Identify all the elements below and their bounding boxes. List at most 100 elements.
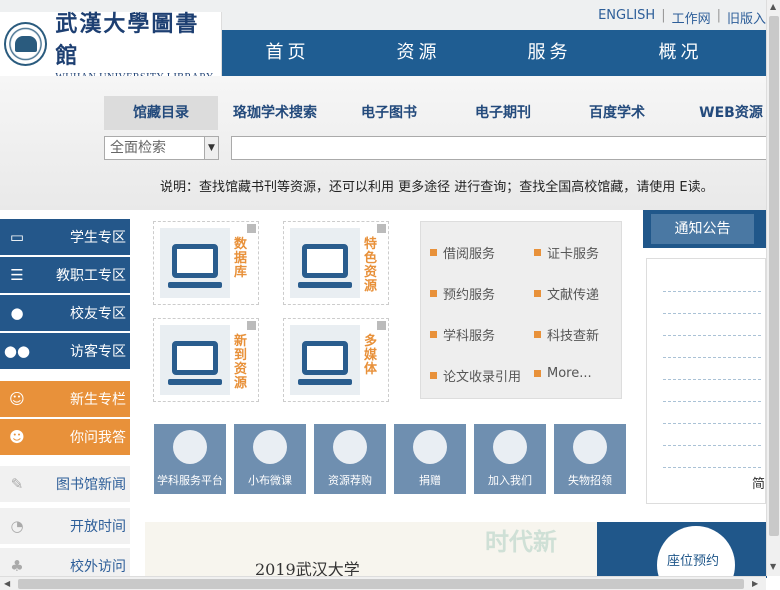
bullet-icon <box>534 290 541 297</box>
sidebar-item-alumni[interactable]: ● 校友专区 <box>0 295 130 331</box>
bullet-icon <box>430 249 437 256</box>
scroll-down-icon[interactable]: ▼ <box>770 562 776 571</box>
service-label: More... <box>547 366 592 381</box>
service-item[interactable]: 论文收录引用 <box>430 366 521 385</box>
tab-notices[interactable]: 通知公告 <box>651 214 754 244</box>
seat-reservation-label: 座位预约 <box>667 554 720 569</box>
sidebar-item-freshmen[interactable]: ☺ 新生专栏 <box>0 381 130 417</box>
newspaper-icon <box>160 325 230 395</box>
quick-button-donate[interactable]: 捐赠 <box>394 424 466 494</box>
quick-button-join-us[interactable]: 加入我们 <box>474 424 546 494</box>
service-item[interactable]: 科技查新 <box>534 325 599 344</box>
sidebar-item-news[interactable]: ✎ 图书馆新闻 <box>0 466 130 502</box>
sidebar-item-label: 图书馆新闻 <box>56 477 126 493</box>
separator: | <box>661 8 666 23</box>
vertical-scroll-thumb[interactable] <box>769 16 779 536</box>
sidebar-item-hours[interactable]: ◔ 开放时间 <box>0 508 130 544</box>
bullet-icon <box>430 290 437 297</box>
university-seal-icon <box>4 22 48 66</box>
scroll-up-icon[interactable]: ▲ <box>770 2 776 11</box>
nav-resources[interactable]: 资源 <box>353 30 484 76</box>
search-tabs: 馆藏目录 珞珈学术搜索 电子图书 电子期刊 百度学术 WEB资源 <box>104 96 780 130</box>
sidebar-item-label: 学生专区 <box>70 230 126 246</box>
tab-ejournals[interactable]: 电子期刊 <box>446 96 560 130</box>
news-icon: ✎ <box>10 475 24 493</box>
student-icon: ☺ <box>9 390 25 408</box>
database-icon <box>160 228 230 298</box>
notice-partial-text: 简 <box>751 477 765 492</box>
sidebar-item-qa[interactable]: ☻ 你问我答 <box>0 419 130 455</box>
tab-luojia-search[interactable]: 珞珈学术搜索 <box>218 96 332 130</box>
horizontal-scroll-thumb[interactable] <box>18 579 744 589</box>
library-logo[interactable]: 武漢大學圖書館 WUHAN UNIVERSITY LIBRARY <box>0 11 222 83</box>
service-item[interactable]: 借阅服务 <box>430 243 495 262</box>
handshake-icon <box>493 430 527 464</box>
quick-button-recommend[interactable]: 资源荐购 <box>314 424 386 494</box>
tile-label: 数据库 <box>234 237 248 280</box>
service-label: 预约服务 <box>443 288 496 303</box>
search-note: 说明：查找馆藏书刊等资源，还可以利用 更多途径 进行查询；查找全国高校馆藏，请使… <box>160 180 714 195</box>
tab-catalog[interactable]: 馆藏目录 <box>104 96 218 130</box>
tile-multimedia[interactable]: 多媒体 <box>283 318 389 402</box>
bullet-icon <box>534 331 541 338</box>
nav-about[interactable]: 概况 <box>615 30 746 76</box>
sidebar-item-students[interactable]: ▭ 学生专区 <box>0 219 130 255</box>
tab-ebooks[interactable]: 电子图书 <box>332 96 446 130</box>
tile-label: 多媒体 <box>364 334 378 377</box>
search-input[interactable] <box>231 136 771 160</box>
sidebar-item-label: 校外访问 <box>70 559 126 575</box>
bullet-icon <box>430 372 437 379</box>
quick-button-lost-found[interactable]: 失物招领 <box>554 424 626 494</box>
quick-button-micro-course[interactable]: 小布微课 <box>234 424 306 494</box>
graduation-cap-icon <box>253 430 287 464</box>
logo-chinese: 武漢大學圖書館 <box>55 10 200 69</box>
english-link[interactable]: ENGLISH <box>598 8 655 27</box>
bullet-icon <box>430 331 437 338</box>
tile-database[interactable]: 数据库 <box>153 221 259 305</box>
news-banner[interactable]: 2019武汉大学 时代新 <box>145 522 597 579</box>
sidebar-item-label: 开放时间 <box>70 519 126 535</box>
old-version-link[interactable]: 旧版入 <box>727 8 766 27</box>
vertical-scrollbar[interactable]: ▲ ▼ <box>766 0 780 576</box>
tab-baidu-scholar[interactable]: 百度学术 <box>560 96 674 130</box>
service-item[interactable]: 文献传递 <box>534 284 599 303</box>
tile-special-resources[interactable]: 特色资源 <box>283 221 389 305</box>
tab-web-resources[interactable]: WEB资源 <box>674 96 780 130</box>
tile-new-resources[interactable]: 新到资源 <box>153 318 259 402</box>
sidebar-item-label: 你问我答 <box>70 430 126 446</box>
book-stack-icon <box>333 430 367 464</box>
service-item[interactable]: 学科服务 <box>430 325 495 344</box>
service-item[interactable]: 预约服务 <box>430 284 495 303</box>
headphones-icon <box>290 325 360 395</box>
quick-button-subject-platform[interactable]: 学科服务平台 <box>154 424 226 494</box>
nav-services[interactable]: 服务 <box>484 30 615 76</box>
service-label: 文献传递 <box>547 288 600 303</box>
notice-list: 简 <box>646 258 766 504</box>
globe-icon: ♣ <box>10 557 24 575</box>
scroll-left-icon[interactable]: ◀ <box>4 579 10 588</box>
signboard-icon <box>573 430 607 464</box>
seat-reservation-panel[interactable]: 座位预约 <box>597 522 767 590</box>
horizontal-scrollbar[interactable]: ◀ ▶ <box>0 576 766 590</box>
dropdown-arrow-icon[interactable]: ▼ <box>204 137 218 159</box>
work-link[interactable]: 工作网 <box>672 8 711 27</box>
sidebar-item-visitors[interactable]: ●● 访客专区 <box>0 333 130 369</box>
sidebar-item-staff[interactable]: ☰ 教职工专区 <box>0 257 130 293</box>
nav-home[interactable]: 首页 <box>222 30 353 76</box>
service-label: 学科服务 <box>443 329 496 344</box>
clock-icon: ◔ <box>10 517 24 535</box>
service-more-link[interactable]: More... <box>534 366 592 381</box>
scroll-right-icon[interactable]: ▶ <box>752 579 758 588</box>
main-nav: 首页 资源 服务 概况 <box>222 30 780 76</box>
corner-icon <box>247 321 256 330</box>
service-label: 证卡服务 <box>547 247 600 262</box>
users-icon: ●● <box>3 342 31 360</box>
corner-icon <box>377 224 386 233</box>
books-icon: ☰ <box>10 266 24 284</box>
search-scope-select[interactable]: 全面检索 ▼ <box>104 136 219 160</box>
service-label: 借阅服务 <box>443 247 496 262</box>
quick-button-label: 学科服务平台 <box>157 474 223 487</box>
service-item[interactable]: 证卡服务 <box>534 243 599 262</box>
service-label: 科技查新 <box>547 329 600 344</box>
separator: | <box>716 8 721 23</box>
